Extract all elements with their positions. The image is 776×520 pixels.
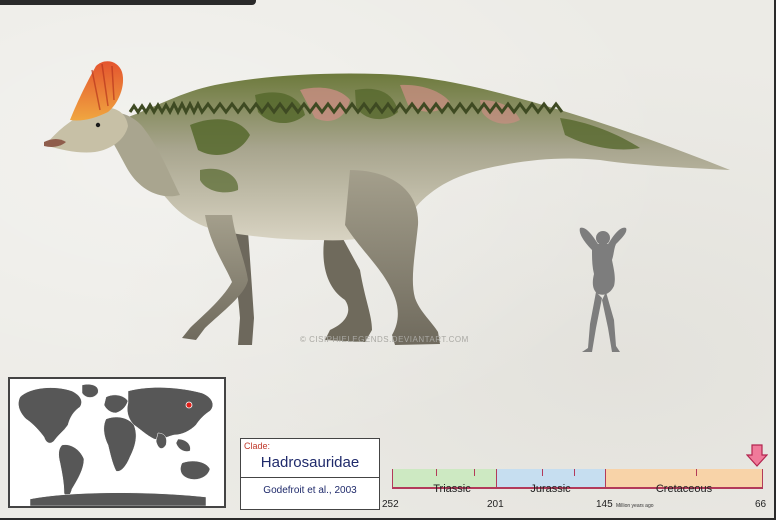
timeline-minor-tick [436,469,437,476]
timeline-minor-tick [696,469,697,476]
fossil-location-marker [185,401,193,409]
clade-panel: Clade: Hadrosauridae Godefroit et al., 2… [240,438,380,510]
human-scale-silhouette [579,227,627,352]
clade-label: Clade: [244,441,271,451]
boundary-145: 145 [596,499,613,510]
clade-divider [241,477,379,478]
boundary-201: 201 [487,499,504,510]
geologic-timeline: Triassic Jurassic Cretaceous 252 201 145… [382,444,768,512]
africa [103,416,137,472]
north-america [18,387,82,444]
clade-author: Godefroit et al., 2003 [263,485,357,496]
europe [103,394,129,414]
timeline-unit: Million years ago [616,503,654,509]
artist-watermark: © CISIPHIELEGENDS.DEVIANTART.COM [300,335,469,344]
timeline-minor-tick [574,469,575,476]
time-marker-arrow-icon [746,444,768,467]
clade-name: Hadrosauridae [260,454,360,471]
antarctica [29,492,207,506]
boundary-252: 252 [382,499,399,510]
timeline-boundary-tick [392,469,393,487]
world-map-panel [8,377,226,508]
period-cretaceous: Cretaceous [655,483,713,495]
asia [127,387,213,440]
period-jurassic: Jurassic [530,483,571,495]
dinosaur-eye [95,122,101,128]
dinosaur-illustration [44,61,730,345]
timeline-minor-tick [474,469,475,476]
world-map [18,384,213,506]
australia [180,460,211,480]
boundary-66: 66 [755,499,767,510]
period-triassic: Triassic [433,483,471,495]
southeast-asia [175,438,191,452]
greenland [81,384,99,398]
south-america [58,444,85,497]
timeline-minor-tick [542,469,543,476]
infographic: © CISIPHIELEGENDS.DEVIANTART.COM Clade: … [0,0,776,520]
